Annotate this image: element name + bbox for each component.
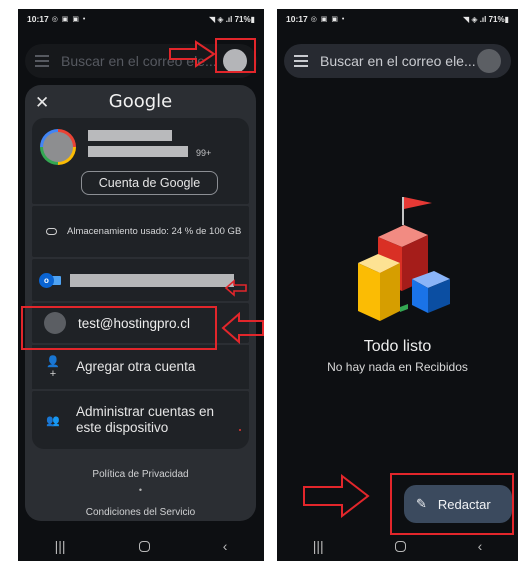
manage-accounts-icon: 👥 [46, 414, 60, 427]
account-avatar-button[interactable] [477, 49, 501, 73]
status-indicators: ◥ ◈ .ıl 71%▮ [462, 14, 509, 24]
current-account-card: 99+ Cuenta de Google [32, 118, 249, 204]
manage-accounts-row[interactable]: 👥 Administrar cuentas en este dispositiv… [32, 391, 249, 449]
add-person-icon: 👤+ [46, 355, 60, 380]
search-bar[interactable]: Buscar en el correo ele... [25, 44, 257, 78]
home-icon[interactable] [138, 540, 150, 552]
test-account-email: test@hostingpro.cl [78, 315, 191, 331]
back-icon[interactable]: ‹ [223, 538, 228, 554]
account-switcher-dialog: ✕ Google 99+ Cuenta de Google Almacenami… [25, 85, 256, 521]
system-nav-bar: ||| ‹ [277, 531, 518, 561]
home-icon[interactable] [395, 540, 407, 552]
menu-icon[interactable] [35, 55, 49, 67]
test-account-row[interactable]: test@hostingpro.cl [32, 303, 249, 343]
empty-state-subtitle: No hay nada en Recibidos [327, 360, 468, 374]
google-account-button[interactable]: Cuenta de Google [81, 171, 218, 195]
test-account-avatar [44, 312, 66, 334]
storage-text: Almacenamiento usado: 24 % de 100 GB [67, 226, 242, 237]
cloud-icon [46, 228, 57, 235]
redacted-account-name [88, 130, 172, 141]
pencil-icon: ✎ [416, 496, 427, 511]
menu-icon[interactable] [294, 55, 308, 67]
add-account-label: Agregar otra cuenta [76, 359, 196, 374]
manage-accounts-label: Administrar cuentas en este dispositivo [76, 404, 215, 435]
redacted-account-email [88, 146, 188, 157]
back-icon[interactable]: ‹ [478, 538, 483, 554]
search-input[interactable]: Buscar en el correo ele... [61, 53, 223, 69]
red-dot [239, 429, 241, 431]
status-bar: 10:17 ◎ ▣ ▣ • ◥ ◈ .ıl 71%▮ [18, 9, 264, 29]
search-input[interactable]: Buscar en el correo ele... [320, 53, 477, 69]
recents-icon[interactable]: ||| [313, 538, 324, 554]
storage-row[interactable]: Almacenamiento usado: 24 % de 100 GB [32, 206, 249, 257]
empty-inbox-illustration [358, 197, 450, 321]
compose-button[interactable]: ✎ Redactar [404, 485, 512, 523]
redacted-outlook-email [70, 274, 234, 287]
add-account-row[interactable]: 👤+ Agregar otra cuenta [32, 345, 249, 389]
system-nav-bar: ||| ‹ [18, 531, 264, 561]
search-bar[interactable]: Buscar en el correo ele... [284, 44, 511, 78]
unread-badge: 99+ [196, 148, 212, 158]
account-avatar-button[interactable] [223, 49, 247, 73]
outlook-account-row[interactable]: o [32, 259, 249, 301]
right-phone-screen: 10:17 ◎ ▣ ▣ • ◥ ◈ .ıl 71%▮ Buscar en el … [277, 9, 518, 561]
terms-of-service-link[interactable]: Condiciones del Servicio [25, 507, 256, 518]
empty-state-title: Todo listo [363, 338, 432, 355]
profile-avatar[interactable] [40, 129, 76, 165]
status-time: 10:17 [286, 14, 308, 24]
left-phone-screen: 10:17 ◎ ▣ ▣ • ◥ ◈ .ıl 71%▮ Buscar en el … [18, 9, 264, 561]
notification-icons: ◎ ▣ ▣ • [51, 16, 87, 23]
status-indicators: ◥ ◈ .ıl 71%▮ [208, 14, 255, 24]
notification-icons: ◎ ▣ ▣ • [310, 16, 346, 23]
privacy-policy-link[interactable]: Política de Privacidad [25, 469, 256, 480]
footer-separator: • [138, 485, 143, 495]
outlook-icon: o [39, 273, 61, 288]
dialog-title: Google [108, 91, 173, 112]
compose-label: Redactar [437, 496, 491, 512]
status-time: 10:17 [27, 14, 49, 24]
recents-icon[interactable]: ||| [55, 538, 66, 554]
status-bar: 10:17 ◎ ▣ ▣ • ◥ ◈ .ıl 71%▮ [277, 9, 518, 29]
